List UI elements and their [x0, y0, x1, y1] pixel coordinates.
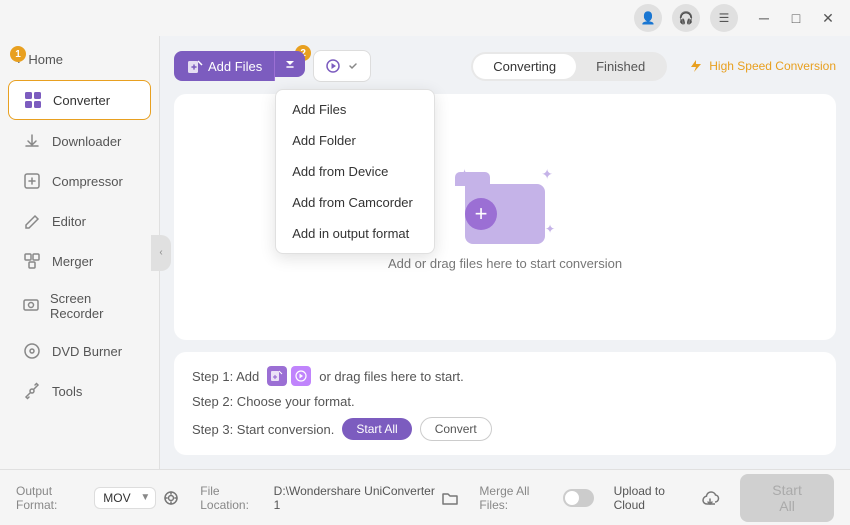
dropdown-add-folder[interactable]: Add Folder: [276, 125, 434, 156]
tools-icon: [22, 381, 42, 401]
add-files-button[interactable]: Add Files 2: [174, 51, 275, 81]
sidebar-item-dvd-burner[interactable]: DVD Burner: [8, 332, 151, 370]
step-2: Step 2: Choose your format.: [192, 394, 818, 409]
high-speed-conversion[interactable]: High Speed Conversion: [687, 58, 836, 74]
start-all-step-button[interactable]: Start All: [342, 418, 411, 440]
folder-icon: ✦ ✦ + ✦: [455, 164, 555, 244]
minimize-button[interactable]: ─: [750, 4, 778, 32]
folder-body: +: [465, 184, 545, 244]
tabs: Converting Finished: [471, 52, 667, 81]
sidebar-item-label: Converter: [53, 93, 110, 108]
step-1: Step 1: Add: [192, 366, 818, 386]
dropdown-menu: Add Files Add Folder Add from Device Add…: [275, 89, 435, 254]
compressor-icon: [22, 171, 42, 191]
close-button[interactable]: ✕: [814, 4, 842, 32]
upload-cloud-label: Upload to Cloud: [614, 484, 695, 512]
step1-prefix: Step 1: Add: [192, 369, 259, 384]
avatar-icon[interactable]: 👤: [634, 4, 662, 32]
upload-cloud-button[interactable]: [700, 489, 720, 507]
step-3: Step 3: Start conversion. Start All Conv…: [192, 417, 818, 441]
file-location-field: File Location: D:\Wondershare UniConvert…: [200, 484, 459, 512]
tab-converting[interactable]: Converting: [473, 54, 576, 79]
editor-icon: [22, 211, 42, 231]
merge-files-label: Merge All Files:: [479, 484, 557, 512]
convert-step-button[interactable]: Convert: [420, 417, 492, 441]
content-area: Add Files 2 Add Files Add Folder Add: [160, 36, 850, 469]
high-speed-label: High Speed Conversion: [709, 59, 836, 73]
maximize-button[interactable]: □: [782, 4, 810, 32]
sidebar-collapse-button[interactable]: ‹: [151, 235, 171, 271]
add-files-label: Add Files: [208, 59, 262, 74]
sidebar-item-merger[interactable]: Merger: [8, 242, 151, 280]
steps-section: Step 1: Add: [174, 352, 836, 455]
sidebar-item-label: Merger: [52, 254, 93, 269]
output-format-select-wrapper: MOV MP4 AVI MKV ▼: [94, 487, 156, 509]
sidebar-item-label: Screen Recorder: [50, 291, 137, 321]
badge-1: 1: [10, 46, 26, 62]
upload-cloud-field: Upload to Cloud: [614, 484, 721, 512]
folder-plus-icon: +: [465, 198, 497, 230]
step1-suffix: or drag files here to start.: [319, 369, 464, 384]
file-location-browse-button[interactable]: [441, 489, 459, 507]
add-files-group: Add Files 2 Add Files Add Folder Add: [174, 51, 305, 81]
sidebar-item-screen-recorder[interactable]: Screen Recorder: [8, 282, 151, 330]
output-format-label: Output Format:: [16, 484, 88, 512]
dropdown-add-output-format[interactable]: Add in output format: [276, 218, 434, 249]
dropdown-add-files[interactable]: Add Files: [276, 94, 434, 125]
drop-zone-text: Add or drag files here to start conversi…: [388, 256, 622, 271]
sidebar-home-label: Home: [28, 52, 63, 67]
dropdown-add-device[interactable]: Add from Device: [276, 156, 434, 187]
menu-icon[interactable]: ☰: [710, 4, 738, 32]
titlebar: 👤 🎧 ☰ ─ □ ✕: [0, 0, 850, 36]
sidebar-item-label: Tools: [52, 384, 82, 399]
start-all-button[interactable]: Start All: [740, 474, 834, 522]
tab-finished[interactable]: Finished: [576, 54, 665, 79]
add-files-dropdown-button[interactable]: [275, 51, 305, 77]
bottom-bar: Output Format: MOV MP4 AVI MKV ▼ File Lo…: [0, 469, 850, 525]
merge-files-toggle[interactable]: [563, 489, 593, 507]
sidebar-item-label: Compressor: [52, 174, 123, 189]
merger-icon: [22, 251, 42, 271]
add-files-mini-icon[interactable]: [267, 366, 287, 386]
sidebar-item-editor[interactable]: Editor: [8, 202, 151, 240]
sparkle-icon: ✦: [541, 166, 553, 183]
toolbar: Add Files 2 Add Files Add Folder Add: [174, 50, 836, 82]
headset-icon[interactable]: 🎧: [672, 4, 700, 32]
sidebar-item-label: Editor: [52, 214, 86, 229]
step1-icons: [267, 366, 311, 386]
sidebar-item-label: DVD Burner: [52, 344, 122, 359]
toggle-knob: [565, 491, 579, 505]
step2-text: Step 2: Choose your format.: [192, 394, 355, 409]
screen-recorder-icon: [22, 296, 40, 316]
sidebar-item-tools[interactable]: Tools: [8, 372, 151, 410]
drop-zone[interactable]: ✦ ✦ + ✦ Add or drag files here to start …: [174, 94, 836, 340]
dropdown-add-camcorder[interactable]: Add from Camcorder: [276, 187, 434, 218]
merge-files-field: Merge All Files:: [479, 484, 593, 512]
output-format-select[interactable]: MOV MP4 AVI MKV: [94, 487, 156, 509]
file-location-label: File Location:: [200, 484, 267, 512]
converter-icon: [23, 90, 43, 110]
sidebar: ‹ Home Converter 1 Downloa: [0, 36, 160, 469]
sidebar-item-downloader[interactable]: Downloader: [8, 122, 151, 160]
sidebar-item-compressor[interactable]: Compressor: [8, 162, 151, 200]
sidebar-item-label: Downloader: [52, 134, 121, 149]
record-button[interactable]: [313, 50, 371, 82]
file-location-value: D:\Wondershare UniConverter 1: [274, 484, 436, 512]
output-format-field: Output Format: MOV MP4 AVI MKV ▼: [16, 484, 180, 512]
sparkle-icon: ✦: [545, 222, 555, 236]
sidebar-item-converter[interactable]: Converter 1: [8, 80, 151, 120]
step3-prefix: Step 3: Start conversion.: [192, 422, 334, 437]
record-mini-icon[interactable]: [291, 366, 311, 386]
format-settings-button[interactable]: [162, 489, 180, 507]
downloader-icon: [22, 131, 42, 151]
dvd-burner-icon: [22, 341, 42, 361]
